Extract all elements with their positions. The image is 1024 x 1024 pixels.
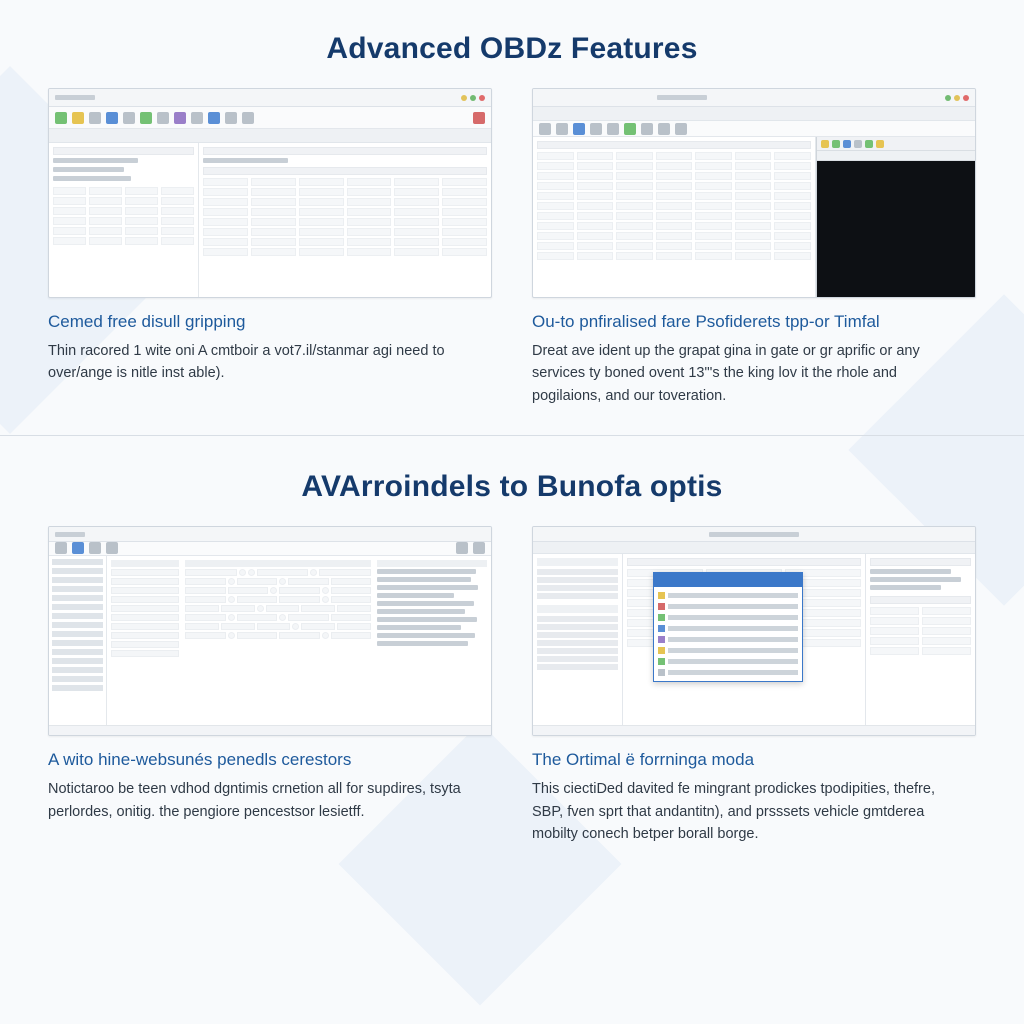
screenshot-thumb-1 xyxy=(48,88,492,298)
screenshot-thumb-3 xyxy=(48,526,492,736)
feature-card-1-title: Cemed free disull gripping xyxy=(48,312,492,332)
dialog-window xyxy=(653,572,803,682)
feature-card-4-desc: This ciectiDed davited fe mingrant prodi… xyxy=(532,778,962,845)
page: Advanced OBDz Features xyxy=(0,0,1024,856)
feature-card-1-desc: Thin racored 1 wite oni A cmtboir a vot7… xyxy=(48,340,478,385)
screenshot-thumb-4 xyxy=(532,526,976,736)
feature-card-4: The Ortimal ë forrninga moda This ciecti… xyxy=(532,526,976,845)
section-title-1: Advanced OBDz Features xyxy=(48,32,976,66)
feature-card-2-desc: Dreat ave ident up the grapat gina in ga… xyxy=(532,340,962,407)
screenshot-thumb-2 xyxy=(532,88,976,298)
feature-card-3-desc: Notictaroo be teen vdhod dgntimis crneti… xyxy=(48,778,478,823)
card-row-1: Cemed free disull gripping Thin racored … xyxy=(48,88,976,407)
section-title-2: AVArroindels to Bunofa optis xyxy=(48,470,976,504)
feature-card-3: A wito hine-websunés penedls cerestors N… xyxy=(48,526,492,845)
feature-card-1: Cemed free disull gripping Thin racored … xyxy=(48,88,492,407)
feature-card-2: Ou-to pnfiralised fare Psofiderets tpp-o… xyxy=(532,88,976,407)
feature-card-4-title: The Ortimal ë forrninga moda xyxy=(532,750,976,770)
section-features: Advanced OBDz Features xyxy=(0,0,1024,417)
card-row-2: A wito hine-websunés penedls cerestors N… xyxy=(48,526,976,845)
section-bundles: AVArroindels to Bunofa optis xyxy=(0,438,1024,855)
section-divider xyxy=(0,435,1024,436)
feature-card-3-title: A wito hine-websunés penedls cerestors xyxy=(48,750,492,770)
feature-card-2-title: Ou-to pnfiralised fare Psofiderets tpp-o… xyxy=(532,312,976,332)
